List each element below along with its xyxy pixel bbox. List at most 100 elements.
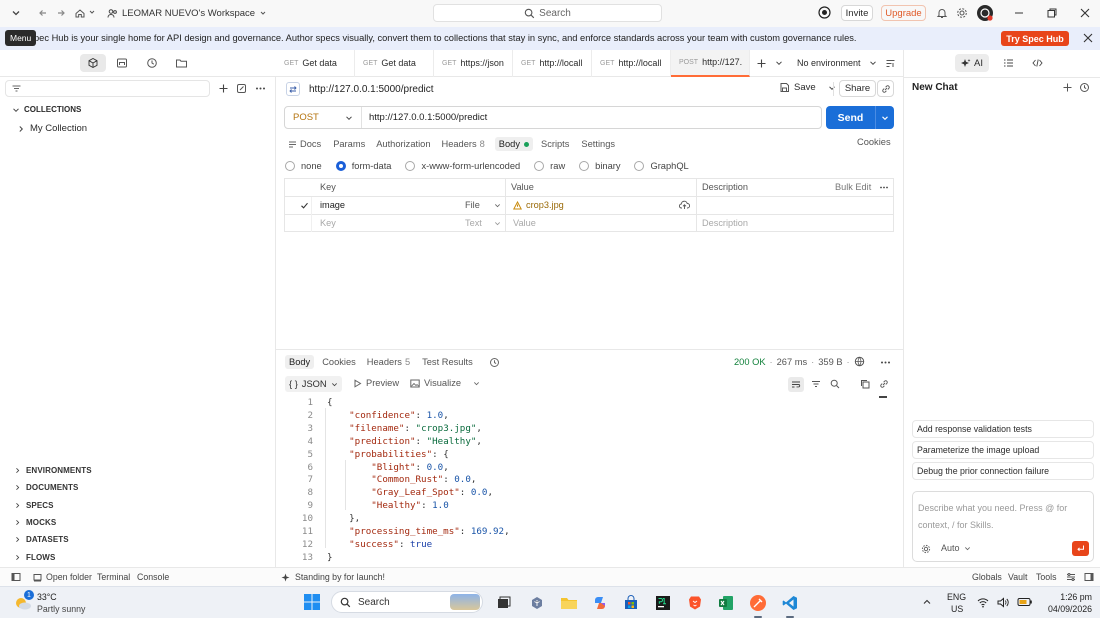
suggestion-item[interactable]: Add response validation tests [912, 420, 1094, 438]
clock-date[interactable]: 04/09/2026 [1040, 604, 1092, 614]
tab-get-local-1[interactable]: GET http://locall [513, 49, 592, 77]
battery-icon[interactable] [1017, 597, 1033, 607]
sync-status-icon[interactable] [818, 6, 831, 19]
visualize-button[interactable]: Visualize [410, 378, 480, 388]
tab-get-json[interactable]: GET https://json [434, 49, 513, 77]
code-icon[interactable] [1032, 58, 1043, 68]
save-button[interactable]: Save [779, 82, 836, 93]
send-options-chevron-icon[interactable] [876, 106, 894, 129]
weather-widget-icon[interactable]: 1 [13, 590, 34, 613]
response-time[interactable]: 267 ms [777, 357, 808, 367]
share-button[interactable]: Share [839, 80, 876, 97]
form-key-input[interactable]: image [320, 200, 345, 210]
more-options-icon[interactable] [879, 183, 889, 192]
invite-button[interactable]: Invite [841, 5, 873, 21]
history-icon[interactable] [489, 357, 500, 368]
form-type-select[interactable]: File [465, 200, 501, 210]
request-title[interactable]: http://127.0.0.1:5000/predict [309, 84, 434, 95]
new-tab-icon[interactable] [756, 58, 767, 69]
file-explorer-icon[interactable] [558, 592, 580, 614]
upload-cloud-icon[interactable] [679, 200, 690, 210]
collections-view-icon[interactable] [80, 54, 106, 72]
excel-icon[interactable] [715, 592, 737, 614]
chat-history-icon[interactable] [1079, 82, 1090, 93]
checklist-icon[interactable] [1003, 58, 1014, 68]
console-button[interactable]: Console [137, 572, 169, 582]
sidebar-item-documents[interactable]: DOCUMENTS [0, 479, 275, 496]
workspace-switcher[interactable]: LEOMAR NUEVO's Workspace [107, 6, 267, 20]
global-search-input[interactable]: Search [433, 4, 662, 22]
sidebar-item-mocks[interactable]: MOCKS [0, 514, 275, 531]
url-input[interactable]: http://127.0.0.1:5000/predict [362, 112, 487, 123]
task-view-icon[interactable] [493, 592, 515, 614]
radio-x-www-form-urlencoded[interactable]: x-www-form-urlencoded [405, 161, 520, 171]
link-icon[interactable] [879, 379, 889, 389]
open-folder-button[interactable]: Open folder [33, 572, 92, 582]
tab-params[interactable]: Params [333, 139, 365, 149]
cookies-link[interactable]: Cookies [857, 137, 891, 147]
tab-docs[interactable]: Docs [300, 139, 321, 149]
terminal-button[interactable]: Terminal [97, 572, 130, 582]
tabs-overflow-chevron-icon[interactable] [775, 59, 783, 67]
minimize-icon[interactable] [1013, 7, 1025, 19]
new-key-input[interactable]: Key [320, 218, 336, 228]
status-badge[interactable]: 200 OK [734, 357, 766, 367]
windows-start-icon[interactable] [303, 593, 321, 611]
scrollbar-thumb[interactable] [879, 396, 887, 398]
mode-select[interactable]: Auto [941, 543, 971, 553]
gear-icon[interactable] [921, 544, 931, 554]
filter-icon[interactable] [811, 379, 821, 389]
sidebar-item-datasets[interactable]: DATASETS [0, 531, 275, 548]
tab-scripts[interactable]: Scripts [541, 139, 569, 149]
chevron-up-icon[interactable] [922, 597, 932, 607]
history-icon[interactable] [146, 57, 158, 69]
new-request-icon[interactable] [236, 83, 247, 94]
vault-button[interactable]: Vault [1008, 572, 1027, 582]
suggestion-item[interactable]: Debug the prior connection failure [912, 462, 1094, 480]
radio-raw[interactable]: raw [534, 161, 565, 171]
region-indicator[interactable]: US [951, 604, 963, 614]
tab-post-predict[interactable]: POST http://127. [671, 49, 750, 77]
radio-none[interactable]: none [285, 161, 322, 171]
try-spec-hub-button[interactable]: Try Spec Hub [1001, 31, 1069, 46]
format-select[interactable]: { } JSON [285, 376, 342, 392]
response-tab-body[interactable]: Body [285, 355, 315, 369]
tab-headers[interactable]: Headers [441, 139, 476, 149]
tab-get-data-2[interactable]: GET Get data [355, 49, 434, 77]
back-arrow-icon[interactable] [37, 7, 49, 19]
send-button[interactable]: Send [826, 106, 876, 129]
wifi-icon[interactable] [977, 597, 989, 608]
pycharm-icon[interactable] [652, 592, 674, 614]
tab-get-local-2[interactable]: GET http://locall [592, 49, 671, 77]
new-chat-add-icon[interactable] [1062, 82, 1073, 93]
tab-body[interactable]: Body [494, 137, 533, 151]
globe-icon[interactable] [854, 356, 865, 367]
radio-form-data[interactable]: form-data [335, 161, 391, 171]
restore-icon[interactable] [1046, 7, 1058, 19]
radio-binary[interactable]: binary [579, 161, 620, 171]
weather-desc[interactable]: Partly sunny [37, 604, 85, 614]
sidebar-item-environments[interactable]: ENVIRONMENTS [0, 462, 275, 479]
add-icon[interactable] [218, 83, 229, 94]
gear-icon[interactable] [956, 7, 968, 19]
home-icon[interactable] [74, 7, 86, 19]
more-options-icon[interactable] [880, 358, 891, 367]
toggle-right-panel-icon[interactable] [1084, 572, 1094, 582]
method-select[interactable]: POST [285, 107, 362, 128]
clock-time[interactable]: 1:26 pm [1055, 592, 1092, 602]
app-stag-icon[interactable] [526, 592, 548, 614]
response-tab-headers[interactable]: Headers [367, 357, 402, 367]
folder-icon[interactable] [175, 57, 188, 69]
bulk-edit-link[interactable]: Bulk Edit [835, 182, 871, 192]
globals-button[interactable]: Globals [972, 572, 1002, 582]
new-description-input[interactable]: Description [702, 218, 748, 228]
form-file-value[interactable]: crop3.jpg [513, 200, 564, 210]
send-message-icon[interactable] [1072, 541, 1089, 556]
avatar[interactable] [977, 5, 993, 21]
home-menu-chevron-icon[interactable] [88, 8, 96, 16]
new-value-input[interactable]: Value [513, 218, 536, 228]
copy-icon[interactable] [860, 379, 870, 389]
banner-close-icon[interactable] [1082, 32, 1094, 44]
vscode-icon[interactable] [779, 592, 801, 614]
response-tab-test-results[interactable]: Test Results [422, 357, 473, 367]
